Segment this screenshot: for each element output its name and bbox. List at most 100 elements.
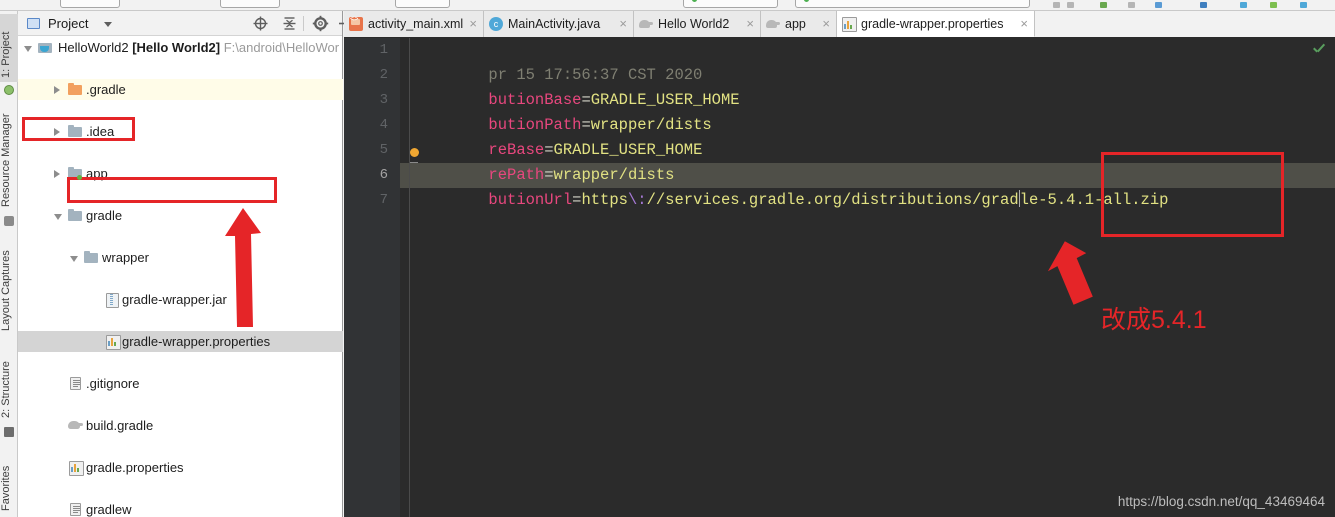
tab-hello-world2[interactable]: Hello World2 × bbox=[634, 11, 761, 37]
folder-icon bbox=[68, 125, 82, 138]
tree-row-helloworld2[interactable]: HelloWorld2 [Hello World2] F:\android\He… bbox=[18, 37, 343, 58]
tab-label: Hello World2 bbox=[658, 17, 730, 31]
tree-row-gitignore[interactable]: .gitignore bbox=[18, 373, 343, 394]
code-line-6: butionUrl=https\://services.gradle.org/d… bbox=[414, 163, 1168, 209]
tree-label: HelloWorld2 bbox=[58, 40, 129, 55]
ide-window: 1: Project Resource Manager Layout Captu… bbox=[0, 0, 1335, 517]
twisty-icon[interactable] bbox=[54, 86, 60, 94]
tab-gradle-wrapper-properties[interactable]: gradle-wrapper.properties × bbox=[837, 11, 1035, 37]
editor-gutter[interactable]: 1 2 3 4 5 6 7 bbox=[344, 38, 400, 517]
tab-activity-main-xml[interactable]: activity_main.xml × bbox=[344, 7, 484, 37]
code-line-3: butionPath=wrapper/dists bbox=[414, 88, 711, 134]
gear-icon[interactable] bbox=[312, 15, 329, 32]
gradle-icon bbox=[639, 17, 653, 31]
toolbar-icon[interactable] bbox=[1155, 2, 1162, 8]
close-icon[interactable]: × bbox=[822, 11, 830, 37]
toolbar-icon[interactable] bbox=[1053, 2, 1060, 8]
properties-file-icon bbox=[842, 17, 857, 32]
project-tree[interactable]: HelloWorld2 [Hello World2] F:\android\He… bbox=[18, 37, 343, 517]
inspection-ok-checkmark-icon[interactable] bbox=[1312, 43, 1326, 57]
tool-window-project[interactable]: 1: Project bbox=[0, 14, 18, 82]
tool-window-favorites-label: Favorites bbox=[0, 465, 12, 511]
tree-row-wrapper[interactable]: wrapper bbox=[18, 247, 343, 268]
tool-window-resource-manager[interactable]: Resource Manager bbox=[0, 106, 18, 211]
run-config-chip[interactable] bbox=[683, 0, 778, 8]
tree-label: gradle-wrapper.properties bbox=[122, 334, 271, 349]
twisty-icon[interactable] bbox=[54, 214, 62, 220]
tree-row-gradle-properties[interactable]: gradle.properties bbox=[18, 457, 343, 478]
tab-label: MainActivity.java bbox=[508, 17, 601, 31]
java-class-icon bbox=[489, 17, 503, 31]
toolbar-icon[interactable] bbox=[1128, 2, 1135, 8]
gutter-divider bbox=[409, 38, 410, 517]
toolbar-icon[interactable] bbox=[1100, 2, 1107, 8]
main-toolbar-strip bbox=[0, 0, 1335, 11]
tree-row-gradle-wrapper-properties[interactable]: gradle-wrapper.properties bbox=[18, 331, 343, 352]
annotation-arrow-to-properties bbox=[225, 208, 261, 327]
collapse-all-icon[interactable] bbox=[281, 15, 298, 32]
close-icon[interactable]: × bbox=[619, 11, 627, 37]
project-panel-header: Project bbox=[18, 11, 350, 36]
properties-file-icon bbox=[69, 461, 84, 476]
watermark-url: https://blog.csdn.net/qq_43469464 bbox=[1117, 494, 1325, 509]
tree-row-build-gradle[interactable]: build.gradle bbox=[18, 415, 343, 436]
project-window-icon bbox=[27, 18, 40, 29]
toolbar-chip bbox=[60, 0, 120, 8]
line-number: 3 bbox=[379, 92, 388, 108]
editor-tab-bar: activity_main.xml × MainActivity.java × … bbox=[344, 7, 1335, 37]
escape-sequence: \: bbox=[627, 191, 647, 209]
tree-label: gradle.properties bbox=[86, 460, 184, 475]
tree-row-dot-gradle[interactable]: .gradle bbox=[18, 79, 343, 100]
text-file-icon bbox=[70, 503, 81, 516]
line-number: 4 bbox=[379, 117, 388, 133]
gradle-icon bbox=[766, 17, 780, 31]
tool-window-bar: 1: Project Resource Manager Layout Captu… bbox=[0, 11, 18, 517]
toolbar-chip bbox=[220, 0, 280, 8]
line-number: 7 bbox=[379, 192, 388, 208]
tree-row-gradlew[interactable]: gradlew bbox=[18, 499, 343, 517]
property-value-version: le-5.4.1-all.zip bbox=[1019, 191, 1169, 209]
tree-row-gradle-wrapper-jar[interactable]: gradle-wrapper.jar bbox=[18, 289, 343, 310]
toolbar-icon[interactable] bbox=[1270, 2, 1277, 8]
close-icon[interactable]: × bbox=[469, 11, 477, 37]
toolbar-chip bbox=[395, 0, 450, 8]
tree-row-app[interactable]: app bbox=[18, 163, 343, 184]
tree-row-dot-idea[interactable]: .idea bbox=[18, 121, 343, 142]
tab-label: activity_main.xml bbox=[368, 17, 464, 31]
close-icon[interactable]: × bbox=[746, 11, 754, 37]
toolbar-icon[interactable] bbox=[1200, 2, 1207, 8]
project-panel: Project HelloWorld2 [Hello World2] F:\an… bbox=[18, 11, 350, 517]
toolbar-icon[interactable] bbox=[1067, 2, 1074, 8]
close-icon[interactable]: × bbox=[1020, 11, 1028, 37]
tree-row-gradle[interactable]: gradle bbox=[18, 205, 343, 226]
tree-label: .gradle bbox=[86, 82, 126, 97]
property-key: butionUrl bbox=[488, 191, 573, 209]
tree-label: .idea bbox=[86, 124, 115, 139]
line-number: 5 bbox=[379, 142, 388, 158]
code-line-2: butionBase=GRADLE_USER_HOME bbox=[414, 63, 739, 109]
grid-icon bbox=[4, 216, 14, 226]
tab-label: gradle-wrapper.properties bbox=[861, 17, 1004, 31]
chevron-down-icon[interactable] bbox=[104, 22, 112, 27]
tool-window-favorites[interactable]: Favorites bbox=[0, 447, 18, 515]
tree-label: build.gradle bbox=[86, 418, 154, 433]
twisty-icon[interactable] bbox=[24, 46, 32, 52]
twisty-icon[interactable] bbox=[54, 128, 60, 136]
tree-label: gradle bbox=[86, 208, 123, 223]
tree-label: gradle-wrapper.jar bbox=[122, 292, 227, 307]
tab-mainactivity-java[interactable]: MainActivity.java × bbox=[484, 11, 634, 37]
tool-window-layout-captures[interactable]: Layout Captures bbox=[0, 235, 18, 335]
tab-app[interactable]: app × bbox=[761, 11, 837, 37]
device-chip[interactable] bbox=[795, 0, 1030, 8]
twisty-icon[interactable] bbox=[70, 256, 78, 262]
toolbar-icon[interactable] bbox=[1240, 2, 1247, 8]
tool-window-structure[interactable]: 2: Structure bbox=[0, 344, 18, 422]
android-icon bbox=[4, 85, 14, 95]
twisty-icon[interactable] bbox=[54, 170, 60, 178]
code-editor[interactable]: 1 2 3 4 5 6 7 pr 15 17:56:37 CST 2020 bu… bbox=[344, 38, 1335, 517]
gradle-file-icon bbox=[68, 420, 83, 432]
locate-icon[interactable] bbox=[252, 15, 269, 32]
toolbar-icon[interactable] bbox=[1300, 2, 1307, 8]
tree-label: .gitignore bbox=[86, 376, 140, 391]
module-icon bbox=[38, 41, 52, 54]
